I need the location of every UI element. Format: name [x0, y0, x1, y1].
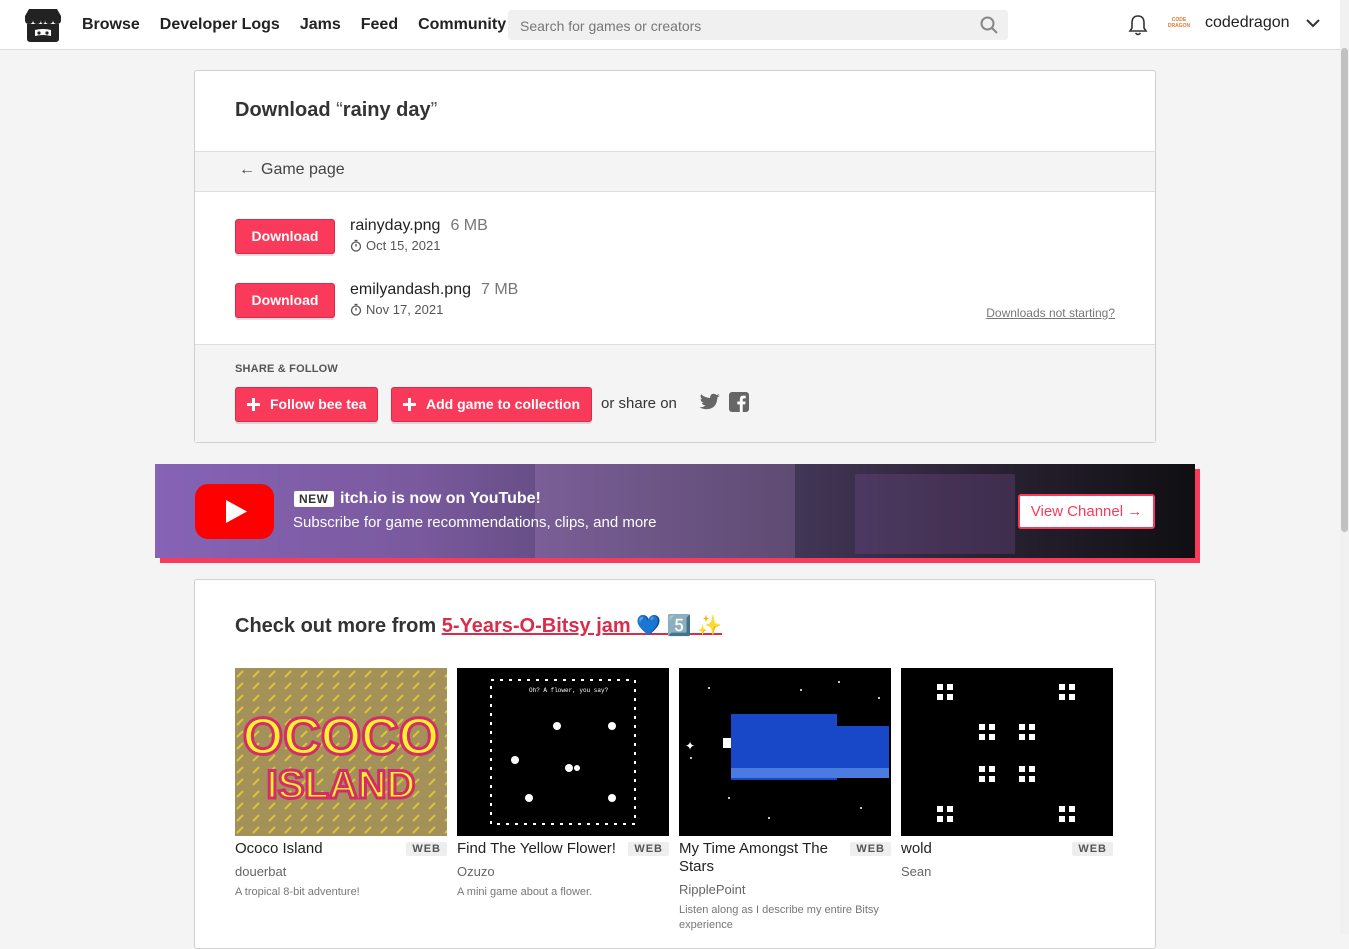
game-title[interactable]: My Time Amongst The Stars — [679, 840, 844, 876]
game-name: rainy day — [342, 99, 431, 121]
game-description: Listen along as I describe my entire Bit… — [679, 904, 879, 931]
new-badge: NEW — [294, 491, 334, 507]
view-channel-button[interactable]: View Channel → — [1018, 494, 1155, 529]
nav-developer-logs[interactable]: Developer Logs — [160, 16, 280, 34]
banner-backdrop — [855, 474, 1015, 554]
game-author[interactable]: RipplePoint — [679, 882, 746, 897]
nav-jams[interactable]: Jams — [300, 16, 341, 34]
banner-subline: Subscribe for game recommendations, clip… — [293, 514, 657, 531]
game-title[interactable]: Ococo Island — [235, 840, 400, 858]
nav-browse[interactable]: Browse — [82, 16, 140, 34]
game-thumbnail[interactable]: Oh? A flower, you say? — [457, 668, 669, 836]
game-title[interactable]: Find The Yellow Flower! — [457, 840, 622, 858]
plus-icon — [247, 398, 260, 411]
facebook-icon[interactable] — [729, 392, 749, 412]
game-cell: OCOCO ISLAND Ococo Island WEB douerbat A… — [235, 668, 447, 898]
open-quote: “ — [336, 99, 343, 121]
title-prefix: Download — [235, 99, 337, 121]
collection-label: Add game to collection — [426, 396, 581, 412]
file-name: rainyday.png — [350, 217, 441, 234]
game-cell: ✦ My Time Amongst The Stars WEB RipplePo… — [679, 668, 891, 931]
or-share-text: or share on — [601, 395, 677, 412]
game-cell: Oh? A flower, you say? Find The Yellow F… — [457, 668, 669, 898]
avatar[interactable]: CODE DRAGON — [1166, 12, 1192, 38]
page-title: Download “rainy day” — [195, 71, 1155, 152]
close-quote: ” — [430, 99, 438, 121]
upload-name-2: emilyandash.png 7 MB — [350, 281, 518, 299]
more-games-card: Check out more from 5-Years-O-Bitsy jam … — [194, 579, 1156, 949]
download-card: Download “rainy day” ← Game page Download… — [194, 70, 1156, 443]
game-page-label: Game page — [261, 161, 345, 178]
thumb-caption: Oh? A flower, you say? — [529, 687, 609, 694]
search-icon[interactable] — [980, 16, 998, 34]
thumb-text: OCOCO — [243, 708, 439, 766]
game-thumbnail[interactable]: ✦ — [679, 668, 891, 836]
chevron-down-icon[interactable] — [1305, 17, 1321, 29]
nav-community[interactable]: Community — [418, 16, 506, 34]
game-title[interactable]: wold — [901, 840, 1066, 858]
stars-thumb-art: ✦ — [679, 668, 891, 836]
platform-badge: WEB — [406, 842, 447, 856]
game-description: A tropical 8-bit adventure! — [235, 886, 360, 898]
thumb-text: ISLAND — [267, 763, 416, 807]
game-thumbnail[interactable] — [901, 668, 1113, 836]
game-thumbnail[interactable]: OCOCO ISLAND — [235, 668, 447, 836]
add-to-collection-button[interactable]: Add game to collection — [391, 387, 593, 422]
banner-backdrop — [535, 464, 795, 558]
file-size: 7 MB — [480, 281, 519, 298]
file-size: 6 MB — [450, 217, 488, 234]
follow-label: Follow bee tea — [270, 396, 367, 412]
platform-badge: WEB — [850, 842, 891, 856]
username[interactable]: codedragon — [1205, 14, 1290, 32]
share-follow-section: SHARE & FOLLOW Follow bee tea Add game t… — [195, 345, 1155, 442]
platform-badge: WEB — [1072, 842, 1113, 856]
search-box — [508, 10, 1008, 42]
nav-feed[interactable]: Feed — [361, 16, 398, 34]
youtube-icon — [195, 484, 274, 539]
svg-text:✦: ✦ — [685, 739, 695, 753]
plus-icon — [403, 398, 416, 411]
heading-prefix: Check out more from — [235, 615, 442, 637]
downloads-not-starting-link[interactable]: Downloads not starting? — [986, 306, 1115, 320]
ococo-thumb-art: OCOCO ISLAND — [235, 668, 447, 836]
stopwatch-icon — [350, 239, 362, 252]
game-author[interactable]: Ozuzo — [457, 864, 495, 879]
search-input[interactable] — [518, 10, 962, 42]
twitter-icon[interactable] — [699, 393, 721, 411]
date-text: Nov 17, 2021 — [366, 302, 444, 317]
download-button-1[interactable]: Download — [235, 219, 335, 254]
top-header: Browse Developer Logs Jams Feed Communit… — [0, 0, 1340, 50]
arrow-left-icon: ← — [239, 161, 255, 178]
page-scrollbar[interactable] — [1340, 0, 1349, 934]
upload-list: Download rainyday.png 6 MB Oct 15, 2021 D… — [195, 192, 1155, 345]
game-author[interactable]: douerbat — [235, 864, 286, 879]
upload-date-1: Oct 15, 2021 — [350, 238, 440, 253]
jam-link[interactable]: 5-Years-O-Bitsy jam 💙 5️⃣ ✨ — [442, 615, 722, 637]
share-heading: SHARE & FOLLOW — [235, 363, 339, 375]
bell-icon[interactable] — [1128, 14, 1148, 36]
youtube-banner: NEW itch.io is now on YouTube! Subscribe… — [155, 464, 1195, 558]
yellow-flower-thumb-art: Oh? A flower, you say? — [457, 668, 669, 836]
wold-thumb-art — [901, 668, 1113, 836]
itch-logo-icon[interactable] — [24, 8, 62, 43]
upload-name-1: rainyday.png 6 MB — [350, 217, 488, 235]
main-nav: Browse Developer Logs Jams Feed Communit… — [82, 0, 526, 49]
upload-date-2: Nov 17, 2021 — [350, 302, 443, 317]
game-cell: wold WEB Sean — [901, 668, 1113, 879]
follow-button[interactable]: Follow bee tea — [235, 387, 379, 422]
stopwatch-icon — [350, 303, 362, 316]
game-author[interactable]: Sean — [901, 864, 931, 879]
game-page-link[interactable]: ← Game page — [195, 152, 1155, 192]
platform-badge: WEB — [628, 842, 669, 856]
scrollbar-thumb[interactable] — [1341, 48, 1348, 532]
banner-headline: itch.io is now on YouTube! — [340, 490, 541, 507]
more-games-heading: Check out more from 5-Years-O-Bitsy jam … — [235, 613, 722, 638]
download-button-2[interactable]: Download — [235, 283, 335, 318]
file-name: emilyandash.png — [350, 281, 471, 298]
date-text: Oct 15, 2021 — [366, 238, 441, 253]
game-description: A mini game about a flower. — [457, 886, 593, 898]
